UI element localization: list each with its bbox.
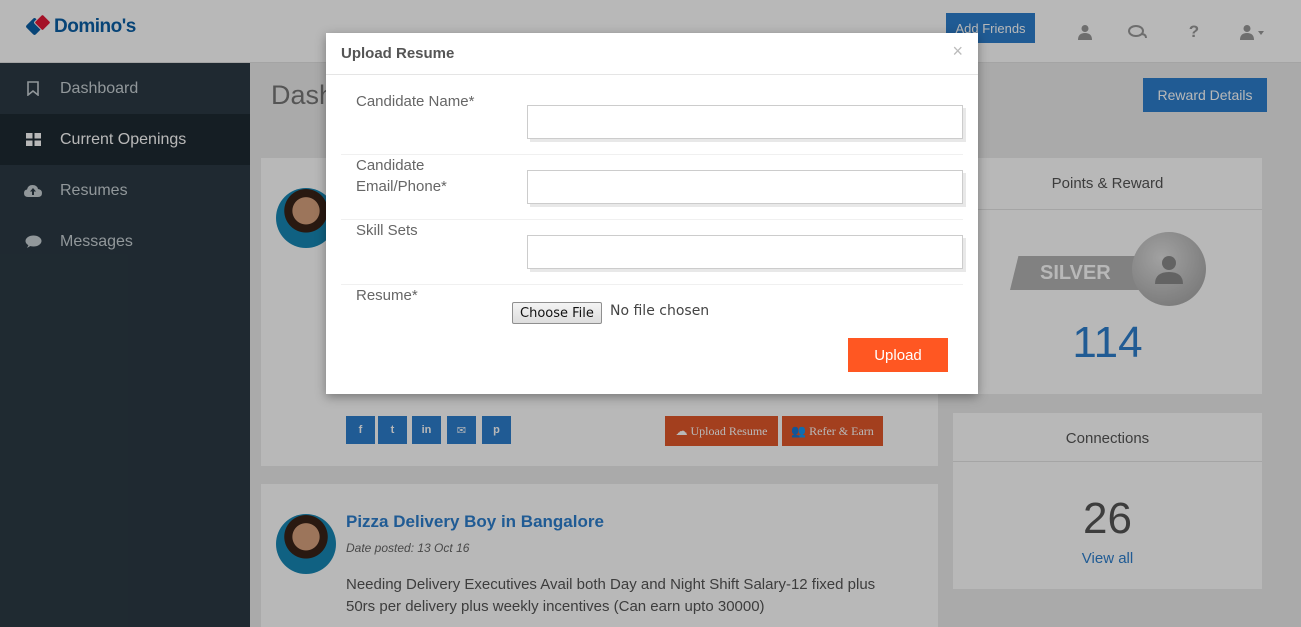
candidate-name-input[interactable]: [527, 105, 963, 139]
skill-sets-label: Skill Sets: [356, 222, 418, 239]
modal-title: Upload Resume: [341, 45, 455, 62]
modal-header: Upload Resume ×: [326, 33, 978, 75]
file-status-text: No file chosen: [610, 303, 710, 319]
candidate-name-label: Candidate Name*: [356, 93, 475, 110]
candidate-contact-row: Candidate Email/Phone*: [341, 155, 963, 220]
candidate-name-row: Candidate Name*: [341, 75, 963, 155]
skill-sets-input[interactable]: [527, 235, 963, 269]
candidate-contact-label-line1: Candidate: [356, 157, 425, 174]
upload-resume-modal: Upload Resume × Candidate Name* Candidat…: [326, 33, 978, 394]
close-icon[interactable]: ×: [952, 41, 963, 62]
resume-label: Resume*: [356, 287, 418, 304]
skill-sets-row: Skill Sets: [341, 220, 963, 285]
candidate-contact-label-line2: Email/Phone*: [356, 178, 447, 195]
upload-button[interactable]: Upload: [848, 338, 948, 372]
candidate-contact-input[interactable]: [527, 170, 963, 204]
choose-file-button[interactable]: Choose File: [512, 302, 602, 324]
